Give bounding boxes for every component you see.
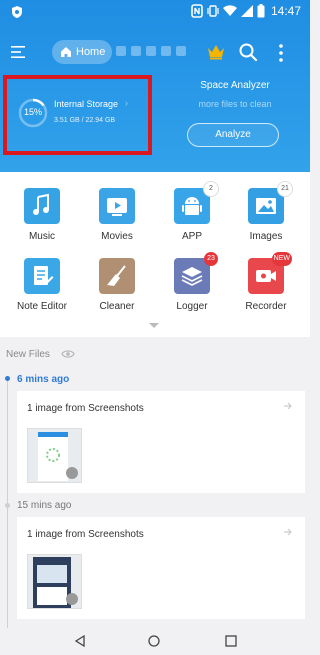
category-label: Recorder: [245, 301, 287, 312]
signal-icon: [240, 5, 253, 17]
home-tab-label: Home: [76, 46, 106, 58]
thumbnail-marker: [66, 593, 78, 605]
timeline-dot: [5, 376, 10, 381]
new-files-title: New Files: [6, 349, 50, 360]
timeline-time: 15 mins ago: [17, 500, 72, 511]
menu-icon[interactable]: [10, 43, 28, 61]
arrow-right-icon[interactable]: [283, 401, 293, 411]
analyze-button[interactable]: Analyze: [187, 123, 279, 147]
image-icon: 21: [248, 182, 292, 224]
category-label: APP: [181, 231, 202, 242]
app-bar: Home: [0, 36, 310, 70]
storage-size: 3.51 GB / 22.94 GB: [54, 117, 116, 124]
space-analyzer-subtitle: more files to clean: [198, 99, 272, 109]
back-icon[interactable]: [74, 635, 86, 647]
music-icon: [24, 188, 60, 224]
note-icon: [24, 258, 60, 294]
images-count-badge: 21: [278, 182, 292, 196]
space-analyzer-title: Space Analyzer: [200, 80, 270, 91]
shield-icon: [12, 6, 22, 18]
category-label: Note Editor: [16, 301, 68, 312]
file-group-card[interactable]: 1 image from Screenshots: [17, 391, 305, 493]
category-label: Images: [249, 231, 283, 242]
category-label: Logger: [176, 301, 208, 312]
nfc-icon: [191, 4, 203, 18]
internal-storage-card[interactable]: 15% Internal Storage › 3.51 GB / 22.94 G…: [3, 75, 152, 155]
chevron-down-icon[interactable]: [148, 322, 160, 330]
category-app[interactable]: 2 APP: [160, 182, 224, 242]
battery-icon: [257, 4, 265, 18]
tab-icon: [146, 46, 156, 56]
layers-icon: 23: [174, 252, 218, 294]
tab-icon: [176, 46, 186, 56]
recorder-new-badge: NEW: [271, 252, 292, 266]
tab-icon: [116, 46, 126, 56]
home-nav-icon[interactable]: [148, 635, 160, 647]
home-icon: [61, 47, 71, 57]
file-group-title: 1 image from Screenshots: [27, 403, 144, 414]
category-movies[interactable]: Movies: [85, 188, 149, 242]
window-tabs[interactable]: [116, 46, 186, 56]
top-banner: 14:47 Home 15% Internal Storage › 3.51 G…: [0, 0, 310, 172]
arrow-right-icon[interactable]: [283, 527, 293, 537]
tab-icon: [131, 46, 141, 56]
category-images[interactable]: 21 Images: [234, 182, 298, 242]
timeline-time: 6 mins ago: [17, 374, 70, 385]
storage-percent: 15%: [23, 107, 42, 117]
timeline-dot: [5, 503, 10, 508]
recent-apps-icon[interactable]: [225, 635, 237, 647]
category-recorder[interactable]: NEW Recorder: [234, 252, 298, 312]
screenshot-thumbnail[interactable]: [27, 554, 82, 609]
file-group-card[interactable]: 1 image from Screenshots: [17, 517, 305, 619]
tab-icon: [161, 46, 171, 56]
status-bar: 14:47: [0, 0, 310, 24]
category-cleaner[interactable]: Cleaner: [85, 258, 149, 312]
home-tab[interactable]: Home: [52, 40, 112, 64]
category-music[interactable]: Music: [10, 188, 74, 242]
search-icon[interactable]: [238, 42, 258, 62]
storage-title: Internal Storage: [54, 99, 119, 109]
vibrate-icon: [207, 5, 219, 17]
screenshot-thumbnail[interactable]: [27, 428, 82, 483]
android-icon: 2: [174, 182, 218, 224]
broom-icon: [99, 258, 135, 294]
camera-icon: NEW: [248, 252, 292, 294]
app-count-badge: 2: [204, 182, 218, 196]
category-note-editor[interactable]: Note Editor: [10, 258, 74, 312]
category-grid: Music Movies 2 APP 21 Images Note Editor…: [0, 172, 310, 337]
category-label: Cleaner: [99, 301, 135, 312]
more-options-icon[interactable]: [276, 42, 286, 64]
category-label: Movies: [101, 231, 133, 242]
timeline-line: [7, 380, 8, 640]
category-label: Music: [28, 231, 56, 242]
crown-icon[interactable]: [206, 42, 226, 62]
status-time: 14:47: [270, 4, 301, 18]
thumbnail-marker: [66, 467, 78, 479]
logger-count-badge: 23: [204, 252, 218, 266]
file-group-title: 1 image from Screenshots: [27, 529, 144, 540]
category-logger[interactable]: 23 Logger: [160, 252, 224, 312]
movie-icon: [99, 188, 135, 224]
system-nav-bar: [0, 628, 310, 655]
eye-icon[interactable]: [61, 349, 75, 359]
wifi-icon: [222, 5, 237, 16]
chevron-right-icon: ›: [125, 98, 128, 108]
